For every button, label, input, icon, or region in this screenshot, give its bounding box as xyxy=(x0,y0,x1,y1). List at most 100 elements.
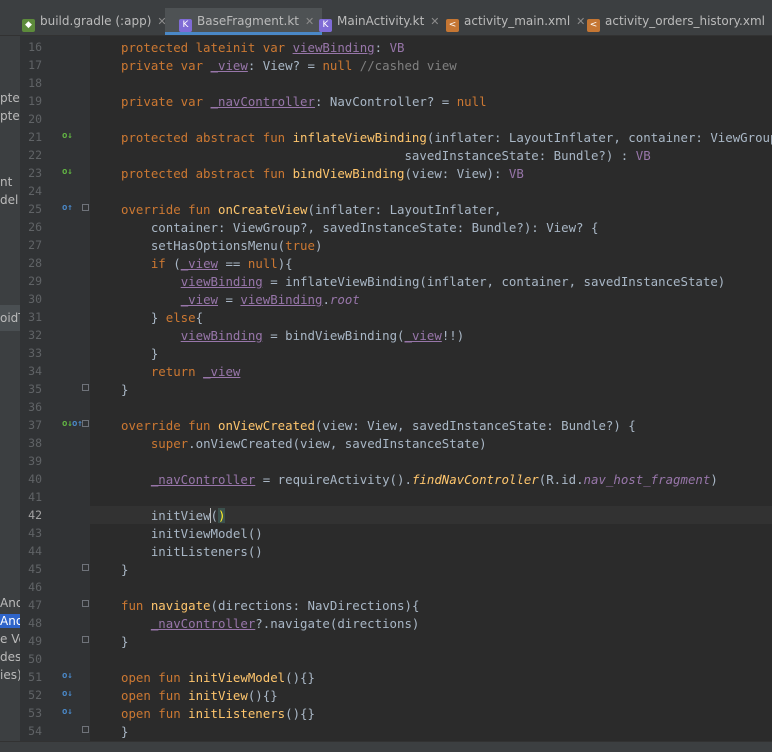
project-tree-item[interactable]: oidT xyxy=(0,305,20,331)
overrides-method-icon[interactable]: o↑ xyxy=(62,203,73,213)
code-token: (view: View): xyxy=(404,166,509,181)
bottom-tool-bar[interactable] xyxy=(0,741,772,752)
tab-build-gradle-app[interactable]: ◆ build.gradle (:app) ✕ xyxy=(8,8,175,35)
code-token: setHasOptionsMenu( xyxy=(121,238,286,253)
tab-activity-orders-history-xml[interactable]: <activity_orders_history.xml✕ xyxy=(573,8,772,35)
code-token: viewBinding xyxy=(180,274,263,289)
fold-marker-icon[interactable] xyxy=(82,726,89,733)
code-line[interactable]: } else{ xyxy=(121,310,203,325)
code-line[interactable]: return _view xyxy=(121,364,241,379)
code-line[interactable]: private var _navController: NavControlle… xyxy=(121,94,487,109)
code-token: initViewModel xyxy=(188,670,286,685)
code-line[interactable]: protected abstract fun inflateViewBindin… xyxy=(121,130,772,145)
fold-marker-icon[interactable] xyxy=(82,636,89,643)
project-tree-item[interactable]: And xyxy=(0,596,20,610)
code-line[interactable]: savedInstanceState: Bundle?) : VB xyxy=(121,148,651,163)
code-line[interactable]: private var _view: View? = null //cashed… xyxy=(121,58,457,73)
project-tree-item[interactable]: pter xyxy=(0,109,20,123)
tab-mainactivity-kt[interactable]: K MainActivity.kt ✕ xyxy=(305,8,448,35)
code-line[interactable]: _view = viewBinding.root xyxy=(121,292,360,307)
line-number: 31 xyxy=(28,310,42,324)
code-editor[interactable]: protected lateinit var viewBinding: VB pr… xyxy=(90,36,772,741)
line-number: 40 xyxy=(28,472,42,486)
code-token: protected abstract fun xyxy=(121,166,293,181)
gradle-icon: ◆ xyxy=(22,19,35,32)
code-line[interactable]: override fun onViewCreated(view: View, s… xyxy=(121,418,636,433)
code-token: viewBinding xyxy=(180,328,263,343)
line-number: 50 xyxy=(28,652,42,666)
tab-basefragment-kt[interactable]: K BaseFragment.kt ✕ xyxy=(165,8,323,35)
tab-label: activity_orders_history.xml xyxy=(605,14,765,28)
code-line[interactable]: open fun initViewModel(){} xyxy=(121,670,315,685)
implemented-method-icon[interactable]: o↓ xyxy=(62,167,73,177)
code-token: private var xyxy=(121,94,211,109)
code-token: = inflateViewBinding(inflater, container… xyxy=(262,274,726,289)
code-line[interactable]: if (_view == null){ xyxy=(121,256,293,271)
code-token: (R.id. xyxy=(538,472,584,487)
code-line[interactable]: protected abstract fun bindViewBinding(v… xyxy=(121,166,524,181)
line-number: 36 xyxy=(28,400,42,414)
code-token: } xyxy=(121,562,129,577)
code-line[interactable]: container: ViewGroup?, savedInstanceStat… xyxy=(121,220,599,235)
line-number: 23 xyxy=(28,166,42,180)
code-token: true xyxy=(285,238,315,253)
code-token: : NavController? = xyxy=(314,94,457,109)
fold-marker-icon[interactable] xyxy=(82,204,89,211)
kotlin-icon: K xyxy=(319,19,332,32)
code-line[interactable]: setHasOptionsMenu(true) xyxy=(121,238,323,253)
code-line[interactable]: } xyxy=(121,382,128,397)
line-number: 39 xyxy=(28,454,42,468)
code-line[interactable]: _navController?.navigate(directions) xyxy=(121,616,420,631)
code-line[interactable]: _navController = requireActivity().findN… xyxy=(121,472,718,487)
implemented-method-icon[interactable]: o↓ xyxy=(62,707,73,717)
tab-activity-main-xml[interactable]: < activity_main.xml ✕ xyxy=(432,8,593,35)
code-token: (){} xyxy=(285,706,315,721)
code-line[interactable]: } xyxy=(121,562,128,577)
code-token: { xyxy=(195,310,204,325)
code-line[interactable]: viewBinding = bindViewBinding(_view!!) xyxy=(121,328,465,343)
code-line[interactable]: initListeners() xyxy=(121,544,263,559)
code-token: protected abstract fun xyxy=(121,130,293,145)
project-tree-item[interactable]: des xyxy=(0,650,20,664)
code-line[interactable]: } xyxy=(121,724,128,739)
project-tree-item[interactable]: del xyxy=(0,193,18,207)
fold-marker-icon[interactable] xyxy=(82,384,89,391)
editor-gutter[interactable]: 16 17 18 19 20 21 22 23 24 25 26 27 28 29 30 31 32 33 34 35… xyxy=(20,36,90,741)
code-token: } xyxy=(121,310,166,325)
code-line[interactable]: viewBinding = inflateViewBinding(inflate… xyxy=(121,274,726,289)
code-line[interactable]: } xyxy=(121,346,158,361)
code-token: super xyxy=(150,436,189,451)
implemented-method-icon[interactable]: o↓ xyxy=(62,131,73,141)
implemented-method-icon[interactable]: o↓ xyxy=(62,671,73,681)
project-tree-item[interactable]: And xyxy=(0,614,20,628)
code-line[interactable]: initViewModel() xyxy=(121,526,263,541)
line-number: 25 xyxy=(28,202,42,216)
code-line[interactable]: super.onViewCreated(view, savedInstanceS… xyxy=(121,436,487,451)
code-line[interactable]: protected lateinit var viewBinding: VB xyxy=(121,40,404,55)
project-tool-window[interactable]: pter pter nt del oidT And And e Ve des ies) xyxy=(0,36,20,741)
code-line[interactable]: override fun onCreateView(inflater: Layo… xyxy=(121,202,501,217)
code-line[interactable]: fun navigate(directions: NavDirections){ xyxy=(121,598,419,613)
implemented-method-icon[interactable]: o↓ xyxy=(62,689,73,699)
code-token: override fun xyxy=(121,202,218,217)
code-line[interactable]: } xyxy=(121,634,128,649)
project-tree-item[interactable]: ies) xyxy=(0,668,20,682)
code-line[interactable]: open fun initListeners(){} xyxy=(121,706,315,721)
project-tree-item[interactable]: e Ve xyxy=(0,632,20,646)
fold-marker-icon[interactable] xyxy=(82,420,89,427)
code-line[interactable]: open fun initView(){} xyxy=(121,688,278,703)
fold-marker-icon[interactable] xyxy=(82,600,89,607)
project-tree-item[interactable]: pter xyxy=(0,91,20,105)
fold-marker-icon[interactable] xyxy=(82,564,89,571)
line-number: 43 xyxy=(28,526,42,540)
code-token: == xyxy=(218,256,248,271)
code-token: _view xyxy=(180,292,218,307)
project-tree-item[interactable]: nt xyxy=(0,175,12,189)
code-token: initView xyxy=(188,688,248,703)
code-token: _view xyxy=(180,256,219,271)
code-token: VB xyxy=(635,148,651,163)
code-token: _navController xyxy=(150,616,256,631)
